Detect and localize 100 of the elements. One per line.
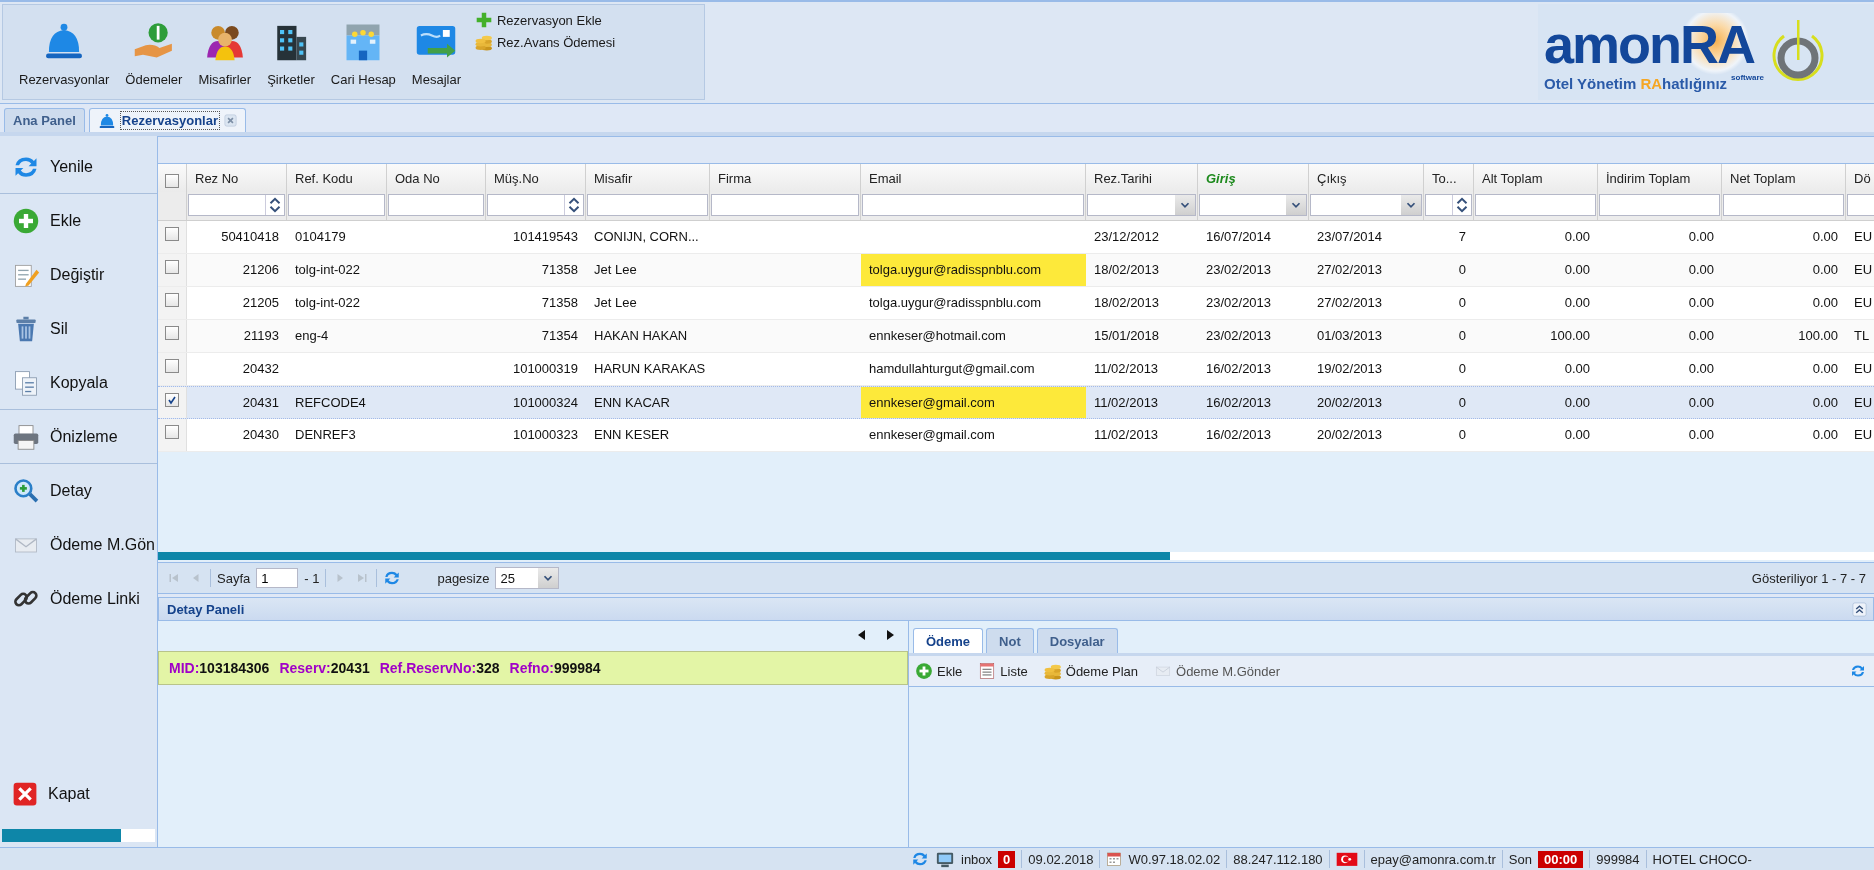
table-cell-text: 0.00	[1811, 228, 1839, 246]
filter-field[interactable]	[1599, 194, 1720, 216]
table-cell-text: 0	[1457, 426, 1467, 444]
sidebar-button[interactable]: Sil	[0, 302, 157, 356]
sidebar-button[interactable]: Önizleme	[0, 410, 157, 464]
table-cell-text: EU	[1853, 360, 1874, 378]
row-checkbox[interactable]	[165, 293, 179, 307]
sidebar-button[interactable]: Yenile	[0, 140, 157, 194]
table-cell-text: HAKAN HAKAN	[593, 327, 689, 345]
table-row[interactable]: 50410418 0104179 101419543 CONIJN, CORN... 23/12/2012 16/07/2014 23/07/2014 7 0.00 0.00 0.00 EU	[158, 221, 1874, 254]
toolbar-button[interactable]: Şirketler	[259, 5, 323, 87]
pagesize-select[interactable]: 25	[495, 567, 560, 589]
bell-icon	[97, 111, 116, 130]
plus-icon	[475, 11, 493, 29]
row-checkbox[interactable]	[165, 227, 179, 241]
search-icon	[12, 476, 40, 505]
table-cell-text: 71354	[540, 327, 579, 345]
row-checkbox[interactable]	[165, 359, 179, 373]
toolbar-button[interactable]: Rezervasyonlar	[3, 5, 118, 87]
row-checkbox[interactable]	[165, 260, 179, 274]
table-row[interactable]: 20432 101000319 HARUN KARAKAS hamdullahturgut@gmail.com 11/02/2013 16/02/2013 19/02/2013 0 0.00 0.00 0.00 EU	[158, 353, 1874, 386]
table-cell-text: 23/02/2013	[1205, 261, 1273, 279]
table-cell-text: ENN KACAR	[593, 394, 671, 412]
table-row[interactable]: 20431 REFCODE4 101000324 ENN KACAR ennkeser@gmail.com 11/02/2013 16/02/2013 20/02/2013 0 0.00 0.00 0.00 EU	[158, 386, 1874, 419]
filter-field[interactable]	[1723, 194, 1844, 216]
table-cell-text: 0.00	[1563, 426, 1591, 444]
table-cell-text: 0.00	[1687, 261, 1715, 279]
table-cell-text: 0.00	[1811, 294, 1839, 312]
filter-field[interactable]	[1310, 194, 1422, 216]
table-cell-text: 71358	[540, 294, 579, 312]
toolbar-link[interactable]: Rezervasyon Ekle	[475, 11, 616, 29]
sidebar-button[interactable]: Ödeme M.Gön	[0, 518, 157, 572]
table-cell-text: REFCODE4	[294, 394, 367, 412]
table-cell-text: 0	[1457, 327, 1467, 345]
refresh-icon	[1850, 663, 1866, 679]
table-cell-text: 20/02/2013	[1316, 394, 1384, 412]
toolbar-button[interactable]: Ekle	[915, 662, 963, 680]
table-cell-text: 20432	[241, 360, 280, 378]
close-button[interactable]: Kapat	[0, 767, 157, 821]
close-icon	[224, 114, 237, 127]
table-cell-text: tolga.uygur@radisspnblu.com	[868, 294, 1043, 312]
filter-field[interactable]	[587, 194, 708, 216]
table-cell-text: 0.00	[1687, 228, 1715, 246]
table-cell-text: 101000324	[511, 394, 579, 412]
table-row[interactable]: 21193 eng-4 71354 HAKAN HAKAN ennkeser@hotmail.com 15/01/2018 23/02/2013 01/03/2013 0 100.00 0.00 100.00 TL	[158, 320, 1874, 353]
table-cell-text: 0.00	[1687, 294, 1715, 312]
table-cell-text: 11/02/2013	[1093, 394, 1160, 412]
sidebar-button[interactable]: Kopyala	[0, 356, 157, 410]
filter-field[interactable]	[487, 194, 584, 216]
sidebar-button[interactable]: Detay	[0, 464, 157, 518]
filter-field[interactable]	[1087, 194, 1196, 216]
table-cell-text: 0.00	[1563, 261, 1591, 279]
table-cell-text: CONIJN, CORN...	[593, 228, 700, 246]
page-field[interactable]: 1	[256, 568, 299, 588]
tab[interactable]: Ödeme	[913, 628, 984, 653]
toolbar-button[interactable]: Misafirler	[190, 5, 260, 87]
table-row[interactable]: 21206 tolg-int-022 71358 Jet Lee tolga.uygur@radisspnblu.com 18/02/2013 23/02/2013 27/02/2013 0 0.00 0.00 0.00 EU	[158, 254, 1874, 287]
row-checkbox[interactable]	[165, 425, 179, 439]
table-cell-text: 16/07/2014	[1205, 228, 1273, 246]
sidebar-button[interactable]: Ödeme Linki	[0, 572, 157, 626]
tab[interactable]: Not	[986, 628, 1034, 653]
tab[interactable]: Rezervasyonlar	[88, 108, 246, 132]
toolbar-button[interactable]: Mesajlar	[403, 5, 469, 87]
filter-field[interactable]	[288, 194, 385, 216]
table-cell-text: 0.00	[1811, 426, 1839, 444]
filter-field[interactable]	[188, 194, 285, 216]
timer-label: Son	[1508, 851, 1532, 867]
tagline: Otel Yönetim RAhatlığınız	[1544, 74, 1728, 92]
toolbar-button[interactable]: Cari Hesap	[322, 5, 404, 87]
toolbar-button[interactable]: Ödemeler	[117, 5, 191, 87]
sidebar-button[interactable]: Ekle	[0, 194, 157, 248]
table-cell-text: 0.00	[1811, 360, 1839, 378]
table-cell-text: 0.00	[1687, 360, 1715, 378]
table-row[interactable]: 20430 DENREF3 101000323 ENN KESER ennkeser@gmail.com 11/02/2013 16/02/2013 20/02/2013 0 0.00 0.00 0.00 EU	[158, 419, 1874, 452]
scrollbar[interactable]	[158, 552, 1874, 560]
table-cell-text: 0.00	[1811, 394, 1839, 412]
table-cell-text: 27/02/2013	[1316, 261, 1384, 279]
tab[interactable]: Ana Panel	[4, 108, 85, 132]
filter-field[interactable]	[711, 194, 859, 216]
filter-field[interactable]	[862, 194, 1084, 216]
info-field: Reserv:20431	[279, 660, 370, 676]
toolbar-button[interactable]: Ödeme Plan	[1043, 662, 1139, 680]
filter-field[interactable]	[388, 194, 484, 216]
toolbar-link[interactable]: Rez.Avans Ödemesi	[475, 33, 616, 51]
table-cell-text: 101000323	[511, 426, 579, 444]
filter-field[interactable]	[1475, 194, 1596, 216]
select-all-checkbox[interactable]	[165, 174, 179, 188]
inbox-label[interactable]: inbox	[961, 851, 993, 867]
table-row[interactable]: 21205 tolg-int-022 71358 Jet Lee tolga.uygur@radisspnblu.com 18/02/2013 23/02/2013 27/02/2013 0 0.00 0.00 0.00 EU	[158, 287, 1874, 320]
row-checkbox[interactable]	[165, 326, 179, 340]
table-cell-text: EU	[1853, 294, 1874, 312]
sidebar-button[interactable]: Değiştir	[0, 248, 157, 302]
row-checkbox[interactable]	[165, 393, 179, 407]
filter-field[interactable]	[1425, 194, 1472, 216]
tab[interactable]: Dosyalar	[1036, 628, 1118, 653]
table-cell-text: 0.00	[1811, 261, 1839, 279]
toolbar-button[interactable]: Liste	[978, 662, 1028, 680]
filter-field[interactable]	[1199, 194, 1307, 216]
page-count: - 1	[304, 570, 320, 586]
table-cell-text: EU	[1853, 394, 1874, 412]
